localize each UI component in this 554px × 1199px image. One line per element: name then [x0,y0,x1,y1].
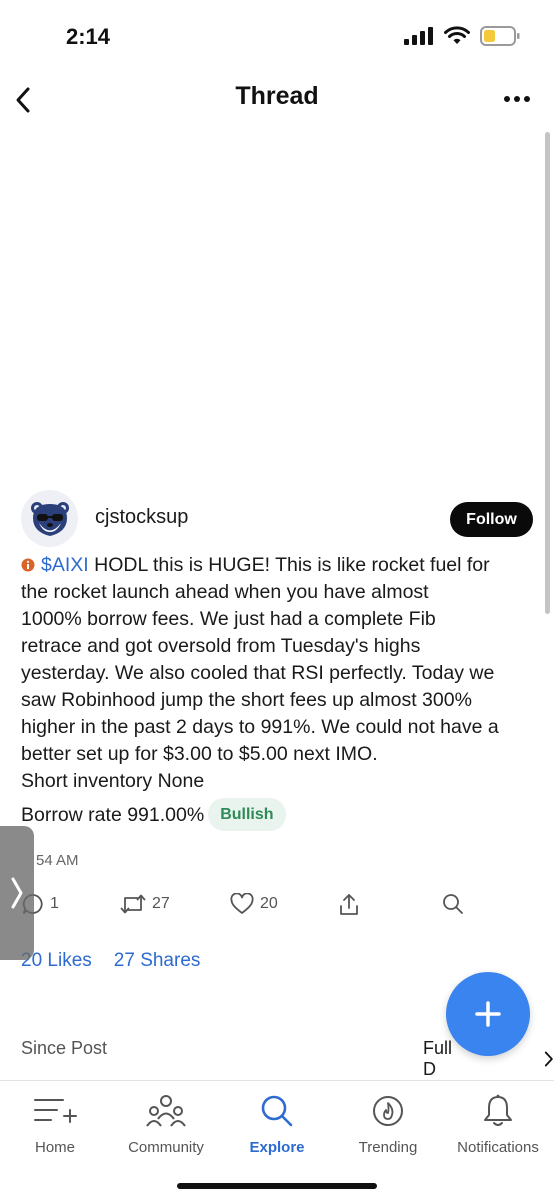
like-count: 20 [260,895,278,912]
status-bar: 2:14 [0,0,554,70]
home-indicator [177,1183,377,1189]
cashtag-link[interactable]: $AIXI [41,554,89,576]
search-icon [261,1095,293,1127]
side-drawer-handle[interactable] [0,826,34,960]
tab-notifications[interactable]: Notifications [443,1091,553,1156]
plus-icon [475,1001,501,1027]
battery-icon [480,26,520,46]
like-button[interactable]: 20 [230,893,278,915]
post-timestamp: 54 AM [36,852,79,869]
tab-label: Community [128,1139,204,1156]
bottom-tab-bar: Home Community Explore Trending Notifica… [0,1080,554,1199]
sentiment-badge: Bullish [208,798,286,831]
home-list-icon [34,1099,77,1123]
comment-count: 1 [50,895,59,912]
post-body: $AIXI HODL this is HUGE! This is like ro… [21,552,536,831]
scrollbar[interactable] [545,132,550,614]
status-icons [404,26,520,46]
borrow-rate-line: Borrow rate 991.00% Bullish [21,798,536,831]
post-line-1: $AIXI HODL this is HUGE! This is like ro… [21,552,536,579]
action-bar: 1 27 20 [0,893,554,921]
repost-button[interactable]: 27 [120,893,170,915]
page-title: Thread [235,82,319,110]
tab-home[interactable]: Home [0,1091,110,1156]
avatar[interactable] [21,490,78,547]
compose-fab[interactable] [446,972,530,1056]
search-post-button[interactable] [442,893,464,915]
tab-label: Explore [249,1139,305,1156]
tab-label: Trending [358,1139,418,1156]
post-text-line: retrace and got oversold from Tuesday's … [21,635,421,657]
nav-bar: Thread [0,70,554,126]
more-horizontal-icon [504,96,530,102]
status-time: 2:14 [66,24,111,49]
post-text-line: yesterday. We also cooled that RSI perfe… [21,662,495,684]
community-icon [146,1095,186,1127]
repost-count: 27 [152,895,170,912]
post-text-line: higher in the past 2 days to 991%. We co… [21,716,499,738]
post-text-line: saw Robinhood jump the short fees up alm… [21,689,472,711]
follow-button[interactable]: Follow [450,502,533,537]
post-text-line: the rocket launch ahead when you have al… [21,581,429,603]
search-icon [443,894,463,914]
tab-label: Notifications [457,1139,539,1156]
since-post-label: Since Post [21,1038,108,1058]
tab-trending[interactable]: Trending [333,1091,443,1156]
share-button[interactable] [338,893,360,917]
info-icon [21,558,35,572]
tab-community[interactable]: Community [111,1091,221,1156]
username[interactable]: cjstocksup [95,506,188,529]
bear-with-sunglasses-avatar [30,501,69,536]
share-icon [340,894,358,915]
shares-link[interactable]: 27 Shares [114,950,201,972]
flame-icon [373,1096,403,1126]
chevron-right-icon [11,877,23,909]
stats-row: 20 Likes 27 Shares [21,950,200,972]
tab-label: Home [34,1139,75,1156]
heart-icon [230,893,254,914]
post-text-line: 1000% borrow fees. We just had a complet… [21,608,436,630]
short-inventory: Short inventory None [21,770,205,792]
signal-icon [404,27,433,45]
post-text-line: better set up for $3.00 to $5.00 next IM… [21,743,378,765]
post-text-line: HODL this is HUGE! This is like rocket f… [88,554,490,576]
repost-icon [120,894,146,914]
tab-explore[interactable]: Explore [222,1091,332,1156]
more-button[interactable] [502,84,532,114]
chevron-right-icon [544,1051,553,1067]
bell-icon [484,1094,512,1126]
borrow-rate: Borrow rate 991.00% [21,804,205,826]
wifi-icon [444,26,470,44]
